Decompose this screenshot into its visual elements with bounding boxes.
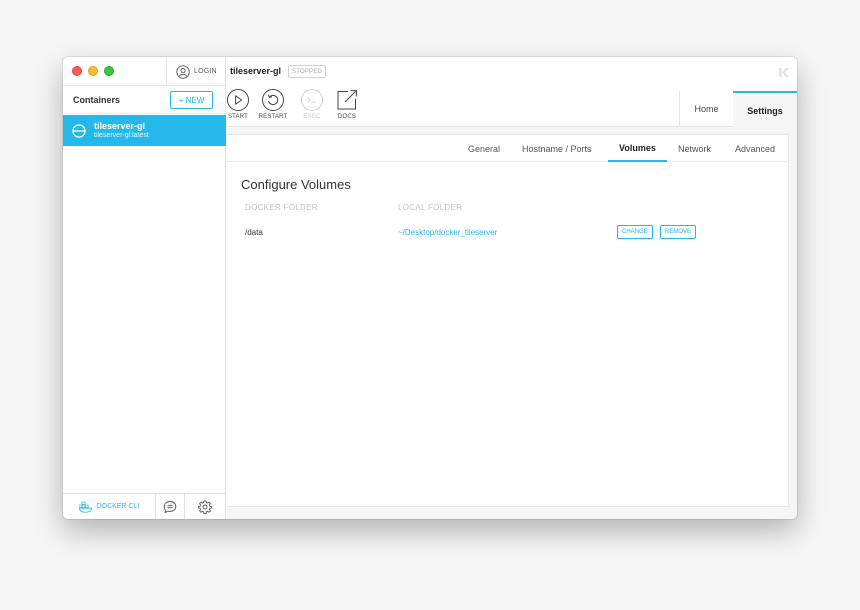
docker-cli-label: DOCKER CLI bbox=[96, 503, 140, 510]
login-button[interactable]: LOGIN bbox=[166, 57, 226, 86]
section-title: Configure Volumes bbox=[241, 177, 351, 192]
docker-folder-path: /data bbox=[245, 228, 263, 237]
docker-cli-button[interactable]: DOCKER CLI bbox=[63, 494, 156, 519]
external-link-icon bbox=[337, 90, 357, 110]
start-button[interactable]: START bbox=[227, 88, 249, 120]
containers-title: Containers bbox=[73, 95, 121, 105]
chat-icon bbox=[163, 500, 177, 513]
main-area: tileserver-gl STOPPED START RESTART EXEC… bbox=[227, 57, 797, 519]
subtab-general[interactable]: General bbox=[468, 135, 500, 162]
containers-header: Containers + NEW bbox=[63, 86, 225, 114]
container-list-item[interactable]: tileserver-gl tileserver-gl:latest bbox=[63, 115, 226, 146]
gear-icon bbox=[198, 500, 212, 514]
tab-home[interactable]: Home bbox=[679, 91, 733, 127]
feedback-button[interactable] bbox=[156, 494, 185, 519]
sidebar-titlebar: LOGIN bbox=[63, 57, 225, 86]
change-volume-button[interactable]: CHANGE bbox=[617, 225, 653, 239]
login-label: LOGIN bbox=[194, 68, 217, 75]
docker-folder-header: DOCKER FOLDER bbox=[245, 203, 318, 212]
sidebar: LOGIN Containers + NEW tileserver-gl til… bbox=[63, 57, 226, 519]
subtab-network[interactable]: Network bbox=[678, 135, 711, 162]
play-icon bbox=[227, 89, 249, 111]
docker-whale-icon bbox=[78, 501, 92, 513]
user-icon bbox=[176, 64, 190, 79]
docs-button[interactable]: DOCS bbox=[335, 88, 359, 120]
container-title: tileserver-gl bbox=[230, 66, 282, 76]
subtab-advanced[interactable]: Advanced bbox=[735, 135, 775, 162]
docs-label: DOCS bbox=[337, 114, 357, 120]
settings-panel: General Hostname / Ports Volumes Network… bbox=[227, 134, 789, 507]
start-label: START bbox=[227, 114, 249, 120]
restart-button[interactable]: RESTART bbox=[258, 88, 288, 120]
status-badge: STOPPED bbox=[288, 65, 326, 78]
remove-volume-button[interactable]: REMOVE bbox=[660, 225, 697, 239]
container-header: tileserver-gl STOPPED START RESTART EXEC… bbox=[227, 57, 797, 128]
app-window: LOGIN Containers + NEW tileserver-gl til… bbox=[63, 57, 797, 519]
tab-settings[interactable]: Settings bbox=[733, 91, 797, 128]
sidebar-footer: DOCKER CLI bbox=[63, 493, 226, 519]
kitematic-logo bbox=[778, 65, 791, 77]
exec-label: EXEC bbox=[303, 114, 321, 120]
settings-subtabs: General Hostname / Ports Volumes Network… bbox=[227, 135, 788, 162]
subtab-volumes[interactable]: Volumes bbox=[608, 135, 667, 162]
close-window-button[interactable] bbox=[72, 66, 82, 76]
subtab-hostname-ports[interactable]: Hostname / Ports bbox=[522, 135, 592, 162]
restart-icon bbox=[262, 89, 284, 111]
local-folder-header: LOCAL FOLDER bbox=[398, 203, 463, 212]
kitematic-logo-icon bbox=[779, 68, 789, 77]
container-image: tileserver-gl:latest bbox=[94, 132, 149, 139]
exec-button[interactable]: EXEC bbox=[301, 88, 323, 120]
preferences-button[interactable] bbox=[185, 494, 225, 519]
terminal-icon bbox=[301, 89, 323, 111]
new-container-button[interactable]: + NEW bbox=[170, 91, 213, 109]
container-name: tileserver-gl bbox=[94, 121, 146, 131]
minimize-window-button[interactable] bbox=[88, 66, 98, 76]
maximize-window-button[interactable] bbox=[104, 66, 114, 76]
restart-label: RESTART bbox=[258, 114, 288, 120]
local-folder-link[interactable]: ~/Desktop/docker_tileserver bbox=[398, 228, 497, 237]
container-stopped-icon bbox=[72, 123, 86, 138]
